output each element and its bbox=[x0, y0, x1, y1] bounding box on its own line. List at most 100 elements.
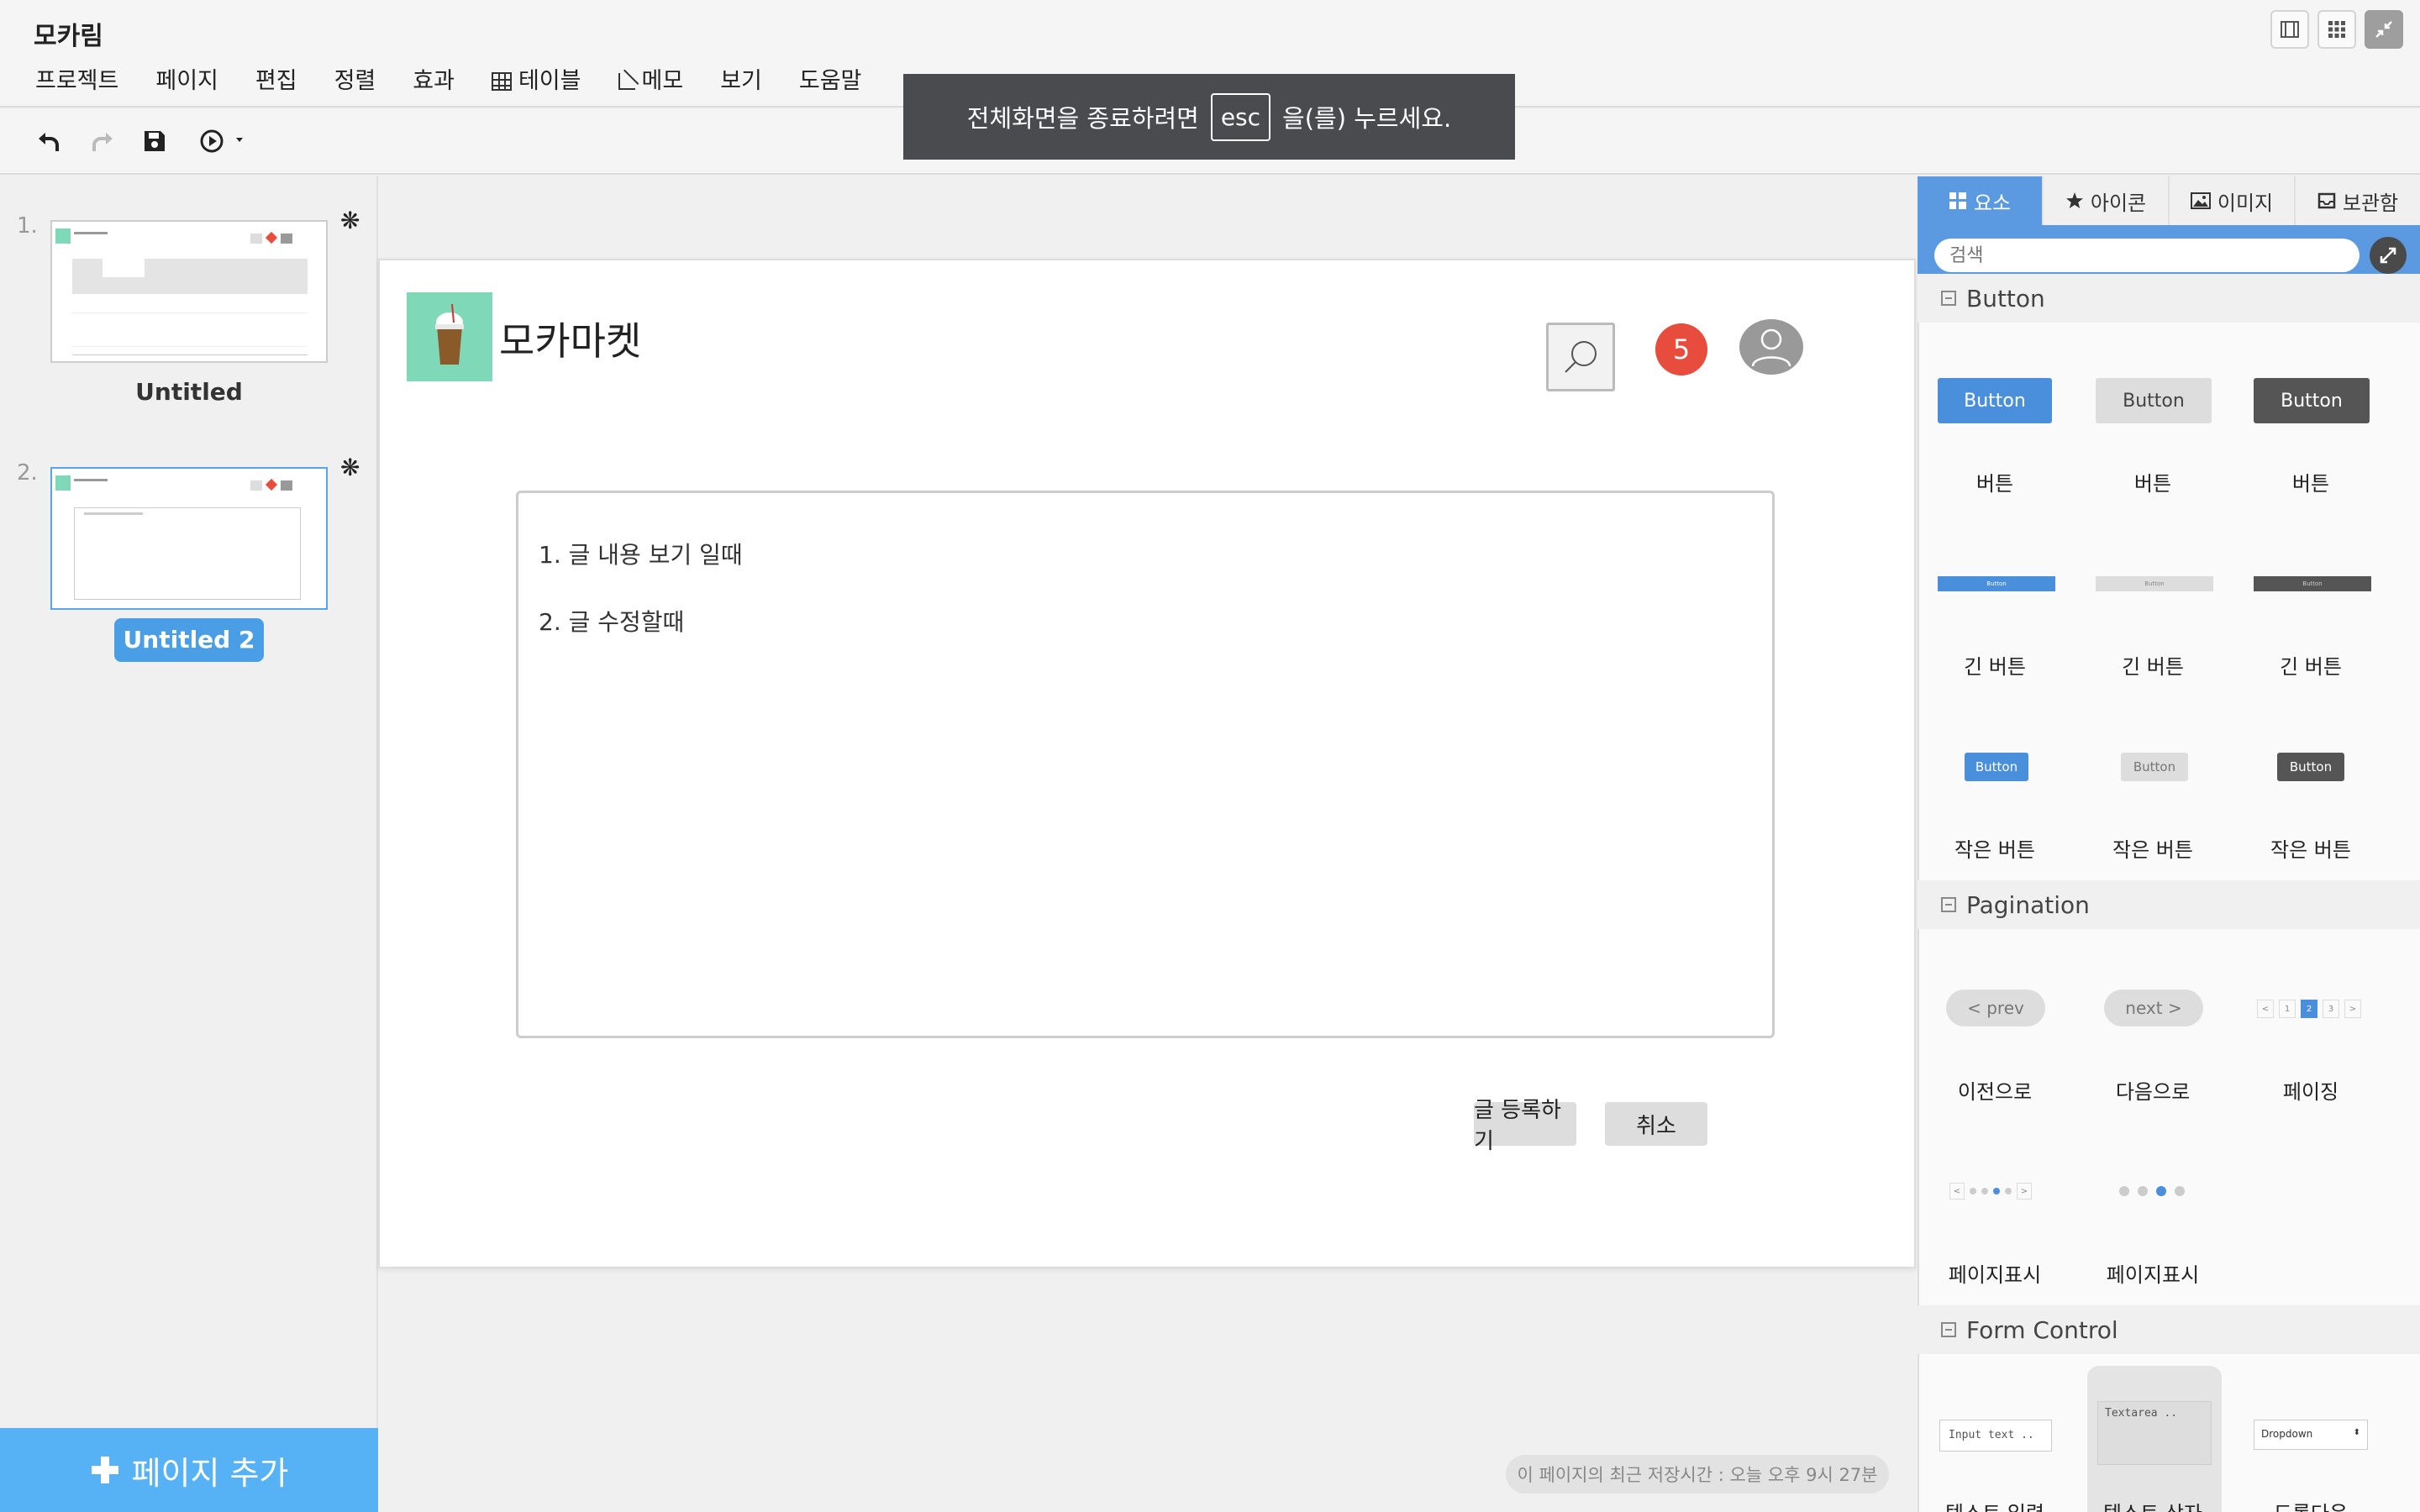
element-label: 페이징 bbox=[2282, 1080, 2339, 1104]
section-title: Button bbox=[1966, 284, 2045, 312]
button-dark-sample[interactable]: Button bbox=[2254, 378, 2370, 423]
dropdown-sample-label: Dropdown bbox=[2261, 1428, 2313, 1440]
user-icon bbox=[1751, 328, 1791, 367]
element-label: 긴 버튼 bbox=[1964, 655, 2026, 679]
pager-cell: > bbox=[2344, 1000, 2361, 1018]
submit-post-button[interactable]: 글 등록하기 bbox=[1474, 1098, 1576, 1154]
menu-effect[interactable]: 효과 bbox=[394, 64, 473, 99]
tab-icons[interactable]: 아이콘 bbox=[2044, 176, 2170, 225]
search-widget[interactable] bbox=[1546, 323, 1615, 391]
tab-label: 보관함 bbox=[2342, 191, 2399, 215]
pager-arrow: > bbox=[2017, 1183, 2032, 1200]
small-button-dark-sample[interactable]: Button bbox=[2277, 753, 2344, 781]
dots-pager-sample[interactable] bbox=[2119, 1186, 2185, 1196]
menu-view[interactable]: 보기 bbox=[702, 64, 781, 99]
pager-cell: 1 bbox=[2279, 1000, 2296, 1018]
menu-align[interactable]: 정렬 bbox=[316, 64, 395, 99]
section-pagination[interactable]: Pagination bbox=[1918, 880, 2420, 929]
element-label: 작은 버튼 bbox=[2112, 838, 2193, 862]
grid-view-button[interactable] bbox=[2317, 10, 2356, 49]
notification-badge[interactable]: 5 bbox=[1655, 323, 1707, 375]
star-icon bbox=[2065, 192, 2083, 208]
toast-prefix: 전체화면을 종료하려면 bbox=[966, 104, 1199, 133]
tab-storage[interactable]: 보관함 bbox=[2296, 176, 2420, 225]
element-label: 긴 버튼 bbox=[2122, 655, 2184, 679]
menu-memo[interactable]: 메모 bbox=[600, 64, 702, 99]
cancel-button[interactable]: 취소 bbox=[1605, 1102, 1707, 1146]
element-label: 텍스트 입력 bbox=[1916, 1497, 2074, 1512]
element-label: 작은 버튼 bbox=[2270, 838, 2351, 862]
tab-elements[interactable]: 요소 bbox=[1918, 176, 2044, 225]
section-title: Form Control bbox=[1966, 1315, 2118, 1344]
menu-project[interactable]: 프로젝트 bbox=[17, 64, 137, 99]
expand-panel-button[interactable] bbox=[2370, 237, 2407, 274]
long-button-dark-sample[interactable]: Button bbox=[2254, 576, 2371, 591]
element-label: 페이지표시 bbox=[2106, 1263, 2200, 1287]
section-title: Pagination bbox=[1966, 890, 2090, 919]
menu-table-label: 테이블 bbox=[518, 68, 581, 94]
tab-images[interactable]: 이미지 bbox=[2170, 176, 2296, 225]
play-icon bbox=[200, 129, 243, 153]
element-label: 버튼 bbox=[1975, 472, 2014, 496]
undo-button[interactable] bbox=[32, 124, 66, 158]
filmstrip-view-button[interactable] bbox=[2270, 10, 2309, 49]
table-icon bbox=[491, 72, 512, 91]
element-label: 긴 버튼 bbox=[2280, 655, 2342, 679]
dots-pager-arrows-sample[interactable]: < > bbox=[1949, 1183, 2032, 1200]
pager-cell: 3 bbox=[2323, 1000, 2339, 1018]
page-thumbnail-1[interactable] bbox=[50, 220, 328, 363]
button-primary-sample[interactable]: Button bbox=[1938, 378, 2052, 423]
button-default-sample[interactable]: Button bbox=[2096, 378, 2212, 423]
element-label: 텍스트 상자 bbox=[2074, 1497, 2232, 1512]
menu-bar: 프로젝트 페이지 편집 정렬 효과 테이블 메모 보기 도움말 bbox=[17, 64, 880, 99]
exit-fullscreen-button[interactable] bbox=[2365, 10, 2403, 49]
dot-active bbox=[1993, 1188, 2000, 1194]
element-label: 작은 버튼 bbox=[1954, 838, 2035, 862]
redo-button[interactable] bbox=[86, 124, 119, 158]
dot bbox=[2119, 1186, 2129, 1196]
text-input-sample[interactable]: Input text .. bbox=[1939, 1420, 2052, 1452]
page-star-icon: ❋ bbox=[340, 207, 360, 234]
menu-table[interactable]: 테이블 bbox=[473, 64, 600, 99]
page-thumbnail-2[interactable] bbox=[50, 467, 328, 610]
dropdown-sample[interactable]: Dropdown ⬍ bbox=[2254, 1420, 2368, 1450]
content-line: 2. 글 수정할때 bbox=[539, 608, 685, 636]
dot bbox=[1970, 1188, 1976, 1194]
redo-icon bbox=[92, 133, 113, 151]
small-button-primary-sample[interactable]: Button bbox=[1965, 753, 2028, 781]
save-status: 이 페이지의 최근 저장시간 : 오늘 오후 9시 27분 bbox=[1506, 1455, 1889, 1494]
menu-memo-label: 메모 bbox=[641, 68, 684, 94]
section-button[interactable]: Button bbox=[1918, 274, 2420, 323]
long-button-primary-sample[interactable]: Button bbox=[1938, 576, 2055, 591]
page-label-1[interactable]: Untitled bbox=[50, 378, 328, 406]
add-page-label: 페이지 추가 bbox=[131, 1454, 289, 1492]
long-button-default-sample[interactable]: Button bbox=[2096, 576, 2213, 591]
toast-suffix: 을(를) 누르세요. bbox=[1282, 104, 1452, 133]
content-textbox[interactable]: 1. 글 내용 보기 일때 2. 글 수정할때 bbox=[516, 491, 1775, 1038]
avatar[interactable] bbox=[1739, 319, 1803, 375]
updown-icon: ⬍ bbox=[2353, 1428, 2360, 1437]
dot bbox=[2138, 1186, 2148, 1196]
pager-cell-active: 2 bbox=[2301, 1000, 2317, 1018]
market-title[interactable]: 모카마켓 bbox=[499, 311, 641, 366]
section-form-control[interactable]: Form Control bbox=[1918, 1305, 2420, 1354]
page-label-2[interactable]: Untitled 2 bbox=[114, 618, 264, 662]
menu-help[interactable]: 도움말 bbox=[781, 64, 881, 99]
textarea-sample[interactable]: Textarea .. bbox=[2097, 1401, 2212, 1465]
menu-edit[interactable]: 편집 bbox=[237, 64, 316, 99]
prev-pager-sample[interactable]: < prev bbox=[1946, 990, 2045, 1026]
dot bbox=[1981, 1188, 1988, 1194]
menu-page[interactable]: 페이지 bbox=[137, 64, 237, 99]
pager-cell: < bbox=[2257, 1000, 2274, 1018]
add-page-button[interactable]: 페이지 추가 bbox=[0, 1428, 378, 1512]
next-pager-sample[interactable]: next > bbox=[2104, 990, 2203, 1026]
element-search-input[interactable] bbox=[1934, 239, 2360, 272]
play-dropdown-button[interactable] bbox=[195, 124, 254, 158]
small-button-default-sample[interactable]: Button bbox=[2121, 753, 2188, 781]
plus-icon bbox=[91, 1457, 118, 1483]
dot-active bbox=[2156, 1186, 2166, 1196]
logo[interactable] bbox=[407, 292, 492, 381]
save-button[interactable] bbox=[138, 124, 171, 158]
paging-sample[interactable]: < 1 2 3 > bbox=[2257, 1000, 2361, 1018]
grid-icon bbox=[2328, 21, 2345, 38]
